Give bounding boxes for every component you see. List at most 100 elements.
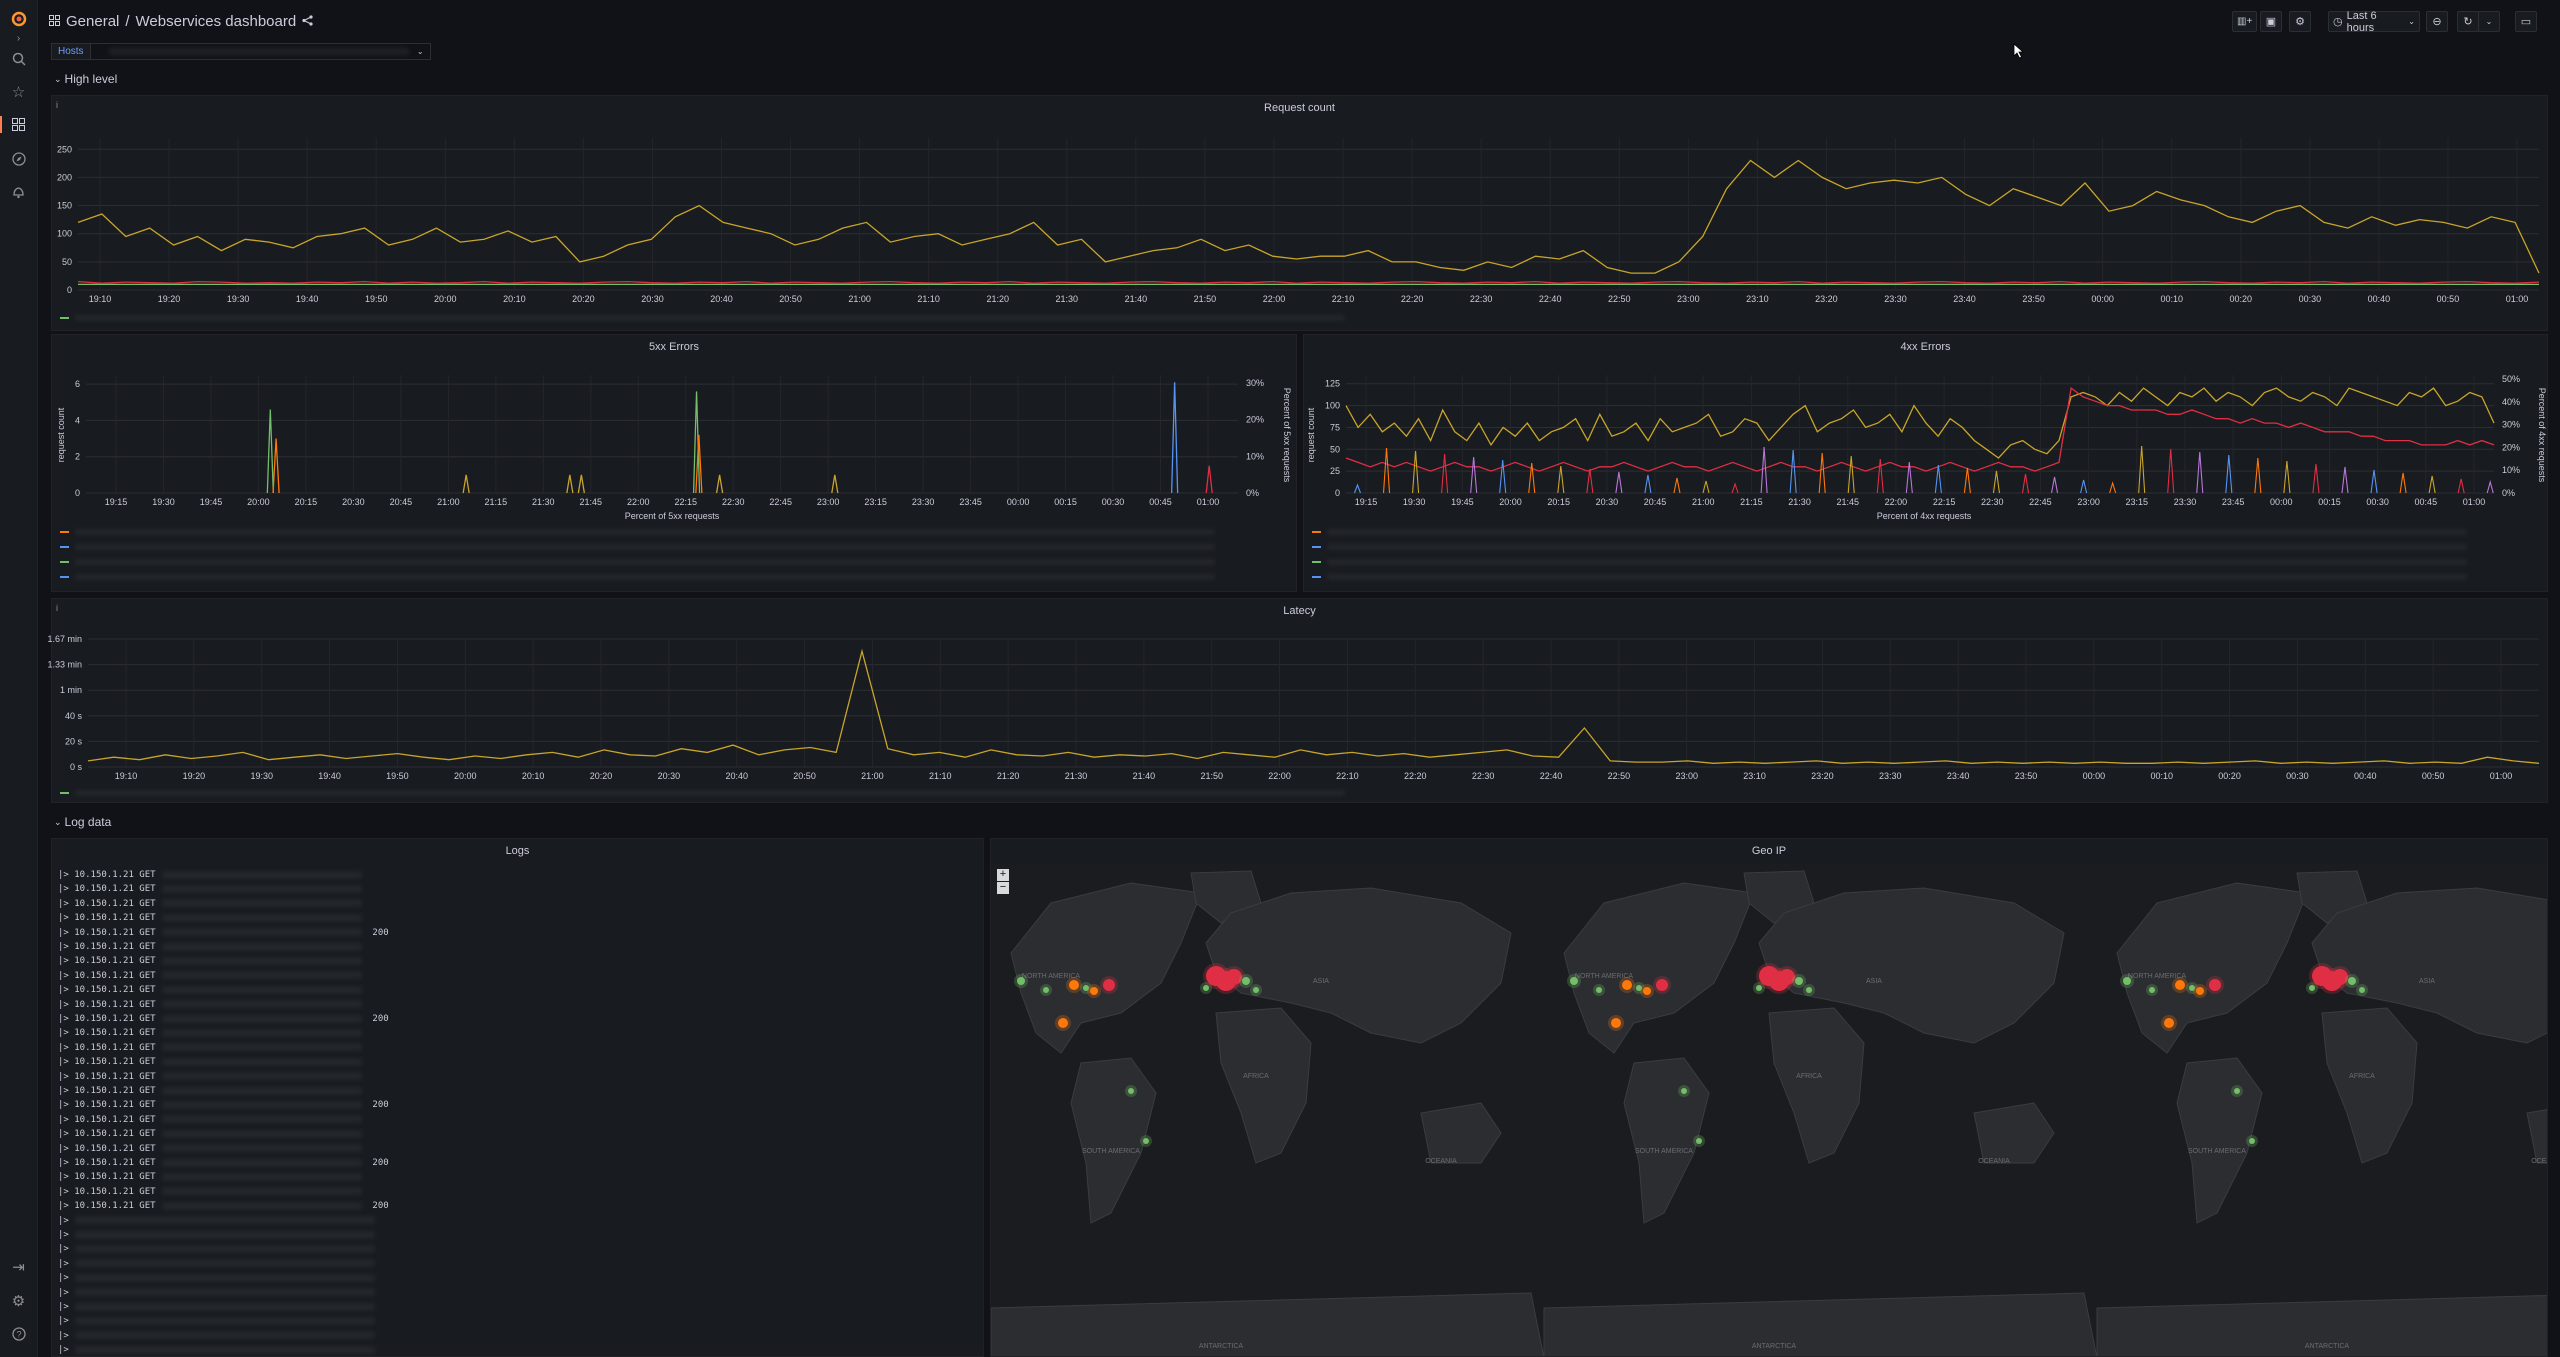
sign-in-icon[interactable]: ⇥ xyxy=(8,1256,29,1277)
expand-caret-icon[interactable]: |> xyxy=(58,1331,69,1341)
log-line[interactable]: |> 10.150.1.21 GET xyxy=(58,898,362,911)
expand-caret-icon[interactable]: |> xyxy=(58,1129,74,1139)
expand-caret-icon[interactable]: |> xyxy=(58,913,74,923)
expand-caret-icon[interactable]: |> xyxy=(58,1259,69,1269)
log-line[interactable]: |> 10.150.1.21 GET xyxy=(58,912,362,925)
refresh-button[interactable]: ↻ xyxy=(2457,11,2479,32)
log-line[interactable]: |> xyxy=(58,1330,375,1343)
expand-caret-icon[interactable]: |> xyxy=(58,1230,69,1240)
expand-caret-icon[interactable]: |> xyxy=(58,971,74,981)
tv-mode-button[interactable]: ▭ xyxy=(2515,11,2537,32)
log-line[interactable]: |> xyxy=(58,1287,375,1300)
log-line[interactable]: |> 10.150.1.21 GET xyxy=(58,955,362,968)
share-icon[interactable] xyxy=(302,14,313,29)
expand-caret-icon[interactable]: |> xyxy=(58,1288,69,1298)
log-line[interactable]: |> 10.150.1.21 GET xyxy=(58,1186,362,1199)
log-line[interactable]: |> 10.150.1.21 GET xyxy=(58,1171,362,1184)
expand-caret-icon[interactable]: |> xyxy=(58,1014,74,1024)
dashboard-title[interactable]: Webservices dashboard xyxy=(136,13,297,30)
expand-caret-icon[interactable]: |> xyxy=(58,985,74,995)
log-line[interactable]: |> 10.150.1.21 GET xyxy=(58,1085,362,1098)
log-line[interactable]: |> 10.150.1.21 GET 200 xyxy=(58,1157,389,1170)
log-line[interactable]: |> 10.150.1.21 GET 200 xyxy=(58,1099,389,1112)
expand-caret-icon[interactable]: |> xyxy=(58,1302,69,1312)
log-line[interactable]: |> 10.150.1.21 GET 200 xyxy=(58,1013,389,1026)
expand-caret-icon[interactable]: |> xyxy=(58,1158,74,1168)
log-line[interactable]: |> 10.150.1.21 GET xyxy=(58,984,362,997)
x-tick-label: 00:00 xyxy=(1007,497,1030,507)
expand-caret-icon[interactable]: |> xyxy=(58,1273,69,1283)
log-line[interactable]: |> 10.150.1.21 GET xyxy=(58,1042,362,1055)
log-line[interactable]: |> 10.150.1.21 GET xyxy=(58,1114,362,1127)
log-line[interactable]: |> xyxy=(58,1315,375,1328)
expand-caret-icon[interactable]: |> xyxy=(58,1072,74,1082)
log-line[interactable]: |> 10.150.1.21 GET xyxy=(58,869,362,882)
dashboard-settings-button[interactable]: ⚙ xyxy=(2289,11,2311,32)
expand-caret-icon[interactable]: |> xyxy=(58,884,74,894)
expand-caret-icon[interactable]: |> xyxy=(58,1000,74,1010)
breadcrumb-folder[interactable]: General xyxy=(66,13,119,30)
log-line[interactable]: |> 10.150.1.21 GET xyxy=(58,883,362,896)
gear-icon[interactable]: ⚙ xyxy=(8,1290,29,1311)
row-high-level[interactable]: ⌄ High level xyxy=(54,72,117,86)
log-line[interactable]: |> 10.150.1.21 GET xyxy=(58,970,362,983)
expand-caret-icon[interactable]: |> xyxy=(58,1043,74,1053)
panel-title[interactable]: Geo IP xyxy=(991,845,2547,857)
expand-caret-icon[interactable]: |> xyxy=(58,899,74,909)
refresh-interval-button[interactable]: ⌄ xyxy=(2478,11,2500,32)
expand-caret-icon[interactable]: |> xyxy=(58,1115,74,1125)
log-line[interactable]: |> xyxy=(58,1272,375,1285)
log-line[interactable]: |> xyxy=(58,1258,375,1271)
log-line[interactable]: |> 10.150.1.21 GET xyxy=(58,1027,362,1040)
log-line[interactable]: |> xyxy=(58,1344,375,1356)
log-line[interactable]: |> 10.150.1.21 GET 200 xyxy=(58,1200,389,1213)
expand-caret-icon[interactable]: |> xyxy=(58,928,74,938)
expand-menu-icon[interactable]: › xyxy=(8,28,29,49)
row-log-data[interactable]: ⌄ Log data xyxy=(54,815,111,829)
starred-icon[interactable]: ☆ xyxy=(8,81,29,102)
help-icon[interactable]: ? xyxy=(8,1323,29,1344)
expand-caret-icon[interactable]: |> xyxy=(58,1144,74,1154)
expand-caret-icon[interactable]: |> xyxy=(58,1244,69,1254)
dashboards-icon[interactable] xyxy=(0,114,29,135)
add-panel-button[interactable]: ▥+ xyxy=(2232,11,2258,32)
grafana-logo-icon[interactable] xyxy=(8,8,29,29)
zoom-out-button[interactable]: ⊖ xyxy=(2426,11,2448,32)
map-zoom-in-button[interactable]: + xyxy=(997,869,1009,881)
log-line[interactable]: |> 10.150.1.21 GET xyxy=(58,1056,362,1069)
hosts-variable-select[interactable]: ⌄ xyxy=(90,43,431,60)
alerting-bell-icon[interactable] xyxy=(8,181,29,202)
expand-caret-icon[interactable]: |> xyxy=(58,956,74,966)
log-line[interactable]: |> 10.150.1.21 GET xyxy=(58,999,362,1012)
save-dashboard-button[interactable]: ▣ xyxy=(2260,11,2282,32)
log-line[interactable]: |> 10.150.1.21 GET 200 xyxy=(58,927,389,940)
map-zoom-out-button[interactable]: − xyxy=(997,882,1009,894)
log-line[interactable]: |> xyxy=(58,1301,375,1314)
expand-caret-icon[interactable]: |> xyxy=(58,870,74,880)
time-picker-button[interactable]: ◷ Last 6 hours ⌄ xyxy=(2328,10,2420,34)
log-line[interactable]: |> 10.150.1.21 GET xyxy=(58,941,362,954)
log-line[interactable]: |> 10.150.1.21 GET xyxy=(58,1128,362,1141)
explore-icon[interactable] xyxy=(8,148,29,169)
search-icon[interactable] xyxy=(8,48,29,69)
world-map[interactable]: NORTH AMERICA SOUTH AMERICA ASIA AFRICA OCEA… xyxy=(991,863,2547,1356)
expand-caret-icon[interactable]: |> xyxy=(58,1216,69,1226)
log-line[interactable]: |> 10.150.1.21 GET xyxy=(58,1143,362,1156)
expand-caret-icon[interactable]: |> xyxy=(58,1187,74,1197)
expand-caret-icon[interactable]: |> xyxy=(58,1057,74,1067)
expand-caret-icon[interactable]: |> xyxy=(58,1345,69,1355)
log-line[interactable]: |> xyxy=(58,1215,375,1228)
expand-caret-icon[interactable]: |> xyxy=(58,942,74,952)
log-line[interactable]: |> 10.150.1.21 GET xyxy=(58,1071,362,1084)
log-line[interactable]: |> xyxy=(58,1243,375,1256)
expand-caret-icon[interactable]: |> xyxy=(58,1172,74,1182)
request-count-chart[interactable]: 0 50 100 150 200 250 19:10 19:20 19:30 19:40 19:50… xyxy=(52,96,2549,332)
expand-caret-icon[interactable]: |> xyxy=(58,1028,74,1038)
expand-caret-icon[interactable]: |> xyxy=(58,1316,69,1326)
expand-caret-icon[interactable]: |> xyxy=(58,1100,74,1110)
latency-chart[interactable]: 0 s 20 s 40 s 1 min 1.33 min 1.67 min 19:10 19:… xyxy=(47,599,2549,804)
expand-caret-icon[interactable]: |> xyxy=(58,1201,74,1211)
log-line[interactable]: |> xyxy=(58,1229,375,1242)
panel-title[interactable]: Logs xyxy=(52,845,983,857)
expand-caret-icon[interactable]: |> xyxy=(58,1086,74,1096)
